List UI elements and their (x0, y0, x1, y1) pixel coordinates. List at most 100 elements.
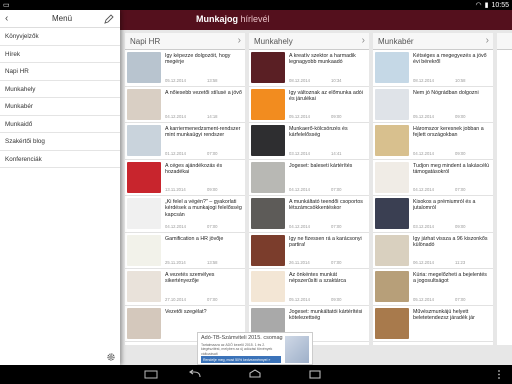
article-item[interactable]: „Ki felel a végén?" – gyakorlati kérdése… (125, 196, 245, 233)
article-item[interactable]: A céges ajándékozás és hozadékai 13.11.20… (125, 160, 245, 196)
chevron-right-icon: › (485, 35, 489, 46)
clock: 10:55 (491, 1, 509, 9)
back-arrow-icon[interactable]: ‹ (5, 13, 8, 24)
article-date: 27.10.2014 (165, 296, 186, 302)
article-item[interactable]: A nőiesebb vezetői stílusé a jövő 04.12.2… (125, 87, 245, 123)
article-date: 03.12.2014 (289, 150, 310, 156)
article-thumbnail (375, 88, 409, 120)
article-date: 05.12.2014 (165, 77, 186, 83)
article-item[interactable]: Nem jó Nógrádban dolgozni 05.12.2014 09:00 (373, 87, 493, 123)
article-item[interactable]: Így járhat vissza a 96 kiszonkős különad… (373, 233, 493, 269)
article-item[interactable]: Művészmunkájú helyett beletetendezsz jár… (373, 306, 493, 342)
article-title: A vezetés személyes sikertényezője (165, 272, 215, 285)
article-item[interactable]: A munkáltató teendői csoportos létszámcs… (249, 196, 369, 233)
column-header[interactable]: Napi HR › (125, 33, 245, 50)
article-item[interactable]: Kúria: megelőzheti a bejelentés a jogosu… (373, 269, 493, 306)
article-thumbnail (251, 161, 285, 193)
overflow-menu-icon[interactable] (492, 369, 506, 380)
column-header[interactable]: Munkabér › (373, 33, 493, 50)
article-date: 04.12.2014 (289, 187, 310, 192)
article-item[interactable]: Így ne fizessen rá a karácsonyi partira!… (249, 233, 369, 269)
article-time: 11:23 (455, 260, 466, 265)
article-thumbnail (251, 198, 285, 229)
article-time: 10:34 (331, 77, 342, 83)
article-item[interactable]: Jogeset: baleseti kártérítés 04.12.2014 07… (249, 160, 369, 196)
article-time: 10:58 (455, 77, 466, 83)
settings-gear-icon[interactable] (106, 352, 116, 362)
column-title: Munkabér (378, 37, 414, 46)
drawer-header: ‹ Menü (0, 10, 120, 28)
article-date: 06.12.2014 (413, 260, 434, 265)
article-item[interactable]: Így képezze dolgozóit, hogy megérje 05.12… (125, 50, 245, 87)
article-date: 05.12.2014 (413, 296, 434, 302)
article-title: A karriermenedzsment-rendszer mint munka… (165, 126, 241, 139)
article-item[interactable]: Munkaerő-kölcsönzés és kárfelelősség 03.1… (249, 123, 369, 160)
article-title: Így járhat vissza a 96 kiszonkős különad… (413, 235, 488, 248)
article-title: A kreatív szektor a harmadik legnagyobb … (289, 53, 356, 66)
drawer-item[interactable]: Konferenciák (0, 151, 120, 168)
edit-icon[interactable] (104, 14, 114, 24)
battery-icon: ▮ (484, 2, 489, 9)
article-title: Vezetői szegélat? (165, 308, 207, 315)
ad-image (285, 336, 309, 363)
recent-apps-icon[interactable] (308, 369, 322, 380)
article-time: 13:58 (207, 260, 218, 265)
article-date: 05.12.2014 (413, 114, 434, 119)
article-time: 09:00 (331, 296, 342, 302)
article-thumbnail (127, 234, 161, 266)
article-item[interactable]: A kreatív szektor a harmadik legnagyobb … (249, 50, 369, 87)
article-title: Művészmunkájú helyett beletetendezsz jár… (413, 308, 475, 321)
article-title: A munkáltató teendői csoportos létszámcs… (289, 199, 363, 212)
article-date: 04.12.2014 (165, 114, 186, 119)
drawer-item[interactable]: Könyvjelzők (0, 28, 120, 46)
article-title: Nem jó Nógrádban dolgozni (413, 89, 479, 96)
back-nav-icon[interactable] (188, 369, 202, 380)
article-item[interactable]: Gamification a HR jövője 25.11.2014 13:58 (125, 233, 245, 269)
news-columns: Napi HR › Így képezze dolgozóit, hogy megé… (125, 33, 512, 345)
home-nav-icon[interactable] (248, 369, 262, 380)
ad-banner[interactable]: Adó-TB-Számviteli 2015. csomag Tartalmaz… (197, 332, 313, 365)
article-title: Így változnak az előmunka adói és járulé… (289, 89, 363, 102)
article-date: 05.12.2014 (289, 296, 310, 302)
drawer-item[interactable]: Napi HR (0, 63, 120, 81)
article-date: 13.11.2014 (165, 187, 186, 192)
article-thumbnail (127, 88, 161, 120)
drawer-item[interactable]: Szakértői blog (0, 133, 120, 151)
article-item[interactable]: Kétséges a megegyezés a jövő évi bérekrő… (373, 50, 493, 87)
article-item[interactable]: Kisokos a prémiumról és a jutalomról 03.1… (373, 196, 493, 233)
article-item[interactable]: Háromszor keresnek jobban a fejlett orsz… (373, 123, 493, 160)
chevron-right-icon: › (237, 35, 241, 46)
article-date: 04.12.2014 (289, 223, 310, 229)
article-time: 07:00 (207, 296, 218, 302)
article-item[interactable]: A vezetés személyes sikertényezője 27.10.… (125, 269, 245, 306)
column-header[interactable]: Munkahely › (249, 33, 369, 50)
article-item[interactable]: Az önkéntes munkát népszerűsíti a szaktá… (249, 269, 369, 306)
article-thumbnail (375, 271, 409, 302)
article-time: 07:00 (207, 150, 218, 156)
keyboard-icon[interactable] (144, 369, 158, 380)
article-item[interactable]: Így változnak az előmunka adói és járulé… (249, 87, 369, 123)
article-time: 14:18 (207, 114, 218, 119)
article-thumbnail (375, 234, 409, 266)
article-item[interactable]: Tudjon meg mindent a lakáscélú támogatás… (373, 160, 493, 196)
ad-order-button[interactable]: Rendelje meg, most 50% kedvezménnyel » (201, 356, 281, 363)
article-time: 09:00 (455, 223, 466, 229)
drawer-item[interactable]: Munkahely (0, 81, 120, 98)
drawer-item[interactable]: Hírek (0, 46, 120, 63)
column-header[interactable]: › (497, 33, 512, 50)
article-date: 04.12.2014 (165, 223, 186, 229)
news-column: Munkabér › Kétséges a megegyezés a jövő év… (373, 33, 493, 345)
ad-title: Adó-TB-Számviteli 2015. csomag (201, 335, 283, 341)
news-column: Munkahely › A kreatív szektor a harmadik l… (249, 33, 369, 345)
news-column: Napi HR › Így képezze dolgozóit, hogy megé… (125, 33, 245, 345)
article-thumbnail (127, 52, 161, 83)
article-thumbnail (251, 234, 285, 266)
article-date: 08.12.2014 (289, 77, 310, 83)
article-thumbnail (375, 198, 409, 229)
article-date: 25.11.2014 (165, 260, 186, 265)
article-thumbnail (251, 52, 285, 83)
article-item[interactable]: A karriermenedzsment-rendszer mint munka… (125, 123, 245, 160)
column-title: Napi HR (130, 37, 161, 46)
drawer-item[interactable]: Munkaidő (0, 116, 120, 133)
drawer-item[interactable]: Munkabér (0, 98, 120, 116)
